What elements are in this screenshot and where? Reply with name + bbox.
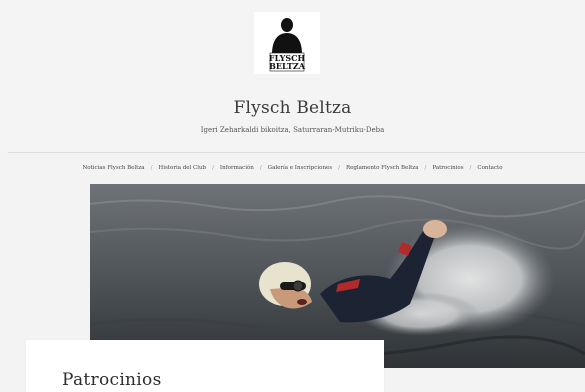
header-divider [8, 152, 585, 153]
nav-separator: / [469, 165, 472, 171]
site-logo[interactable]: FLYSCH BELTZA [254, 12, 320, 74]
site-tagline: Igeri Zeharkaldi bikoitza, Saturraran-Mu… [200, 126, 385, 134]
nav-item-patrocinios[interactable]: Patrocinios [429, 165, 466, 171]
main-navigation: Noticias Flysch Beltza / Historia del Cl… [0, 160, 585, 176]
nav-item-informacion[interactable]: Información [217, 165, 257, 171]
site-title[interactable]: Flysch Beltza [0, 98, 585, 118]
page-title: Patrocinios [62, 370, 162, 390]
page: FLYSCH BELTZA Flysch Beltza Igeri Zehark… [0, 0, 585, 392]
nav-item-noticias[interactable]: Noticias Flysch Beltza [79, 165, 147, 171]
nav-item-reglamento[interactable]: Reglamento Flysch Beltza [343, 165, 422, 171]
site-header: FLYSCH BELTZA Flysch Beltza Igeri Zehark… [0, 0, 585, 152]
nav-separator: / [338, 165, 340, 171]
logo-image: FLYSCH BELTZA [254, 12, 320, 74]
nav-item-contacto[interactable]: Contacto [474, 165, 505, 171]
nav-separator: / [150, 165, 153, 171]
nav-separator: / [424, 165, 427, 171]
nav-item-historia[interactable]: Historia del Club [155, 165, 209, 171]
nav-separator: / [259, 165, 262, 171]
logo-text-line2: BELTZA [269, 61, 306, 71]
nav-separator: / [212, 165, 214, 171]
nav-item-galeria[interactable]: Galería e Inscripciones [265, 165, 335, 171]
